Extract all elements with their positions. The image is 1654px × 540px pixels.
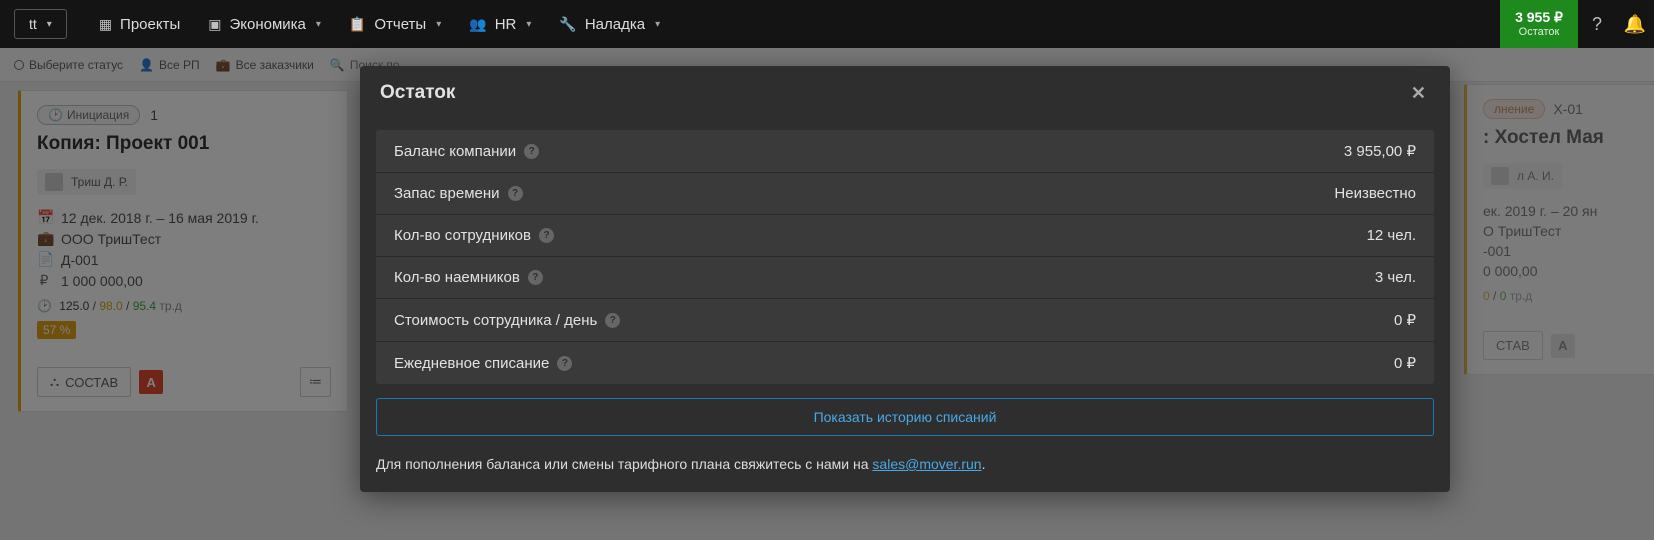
row-value: Неизвестно bbox=[1334, 185, 1416, 202]
nav-item-reports[interactable]: 📋 Отчеты ▾ bbox=[349, 16, 441, 33]
row-value: 12 чел. bbox=[1367, 227, 1416, 244]
balance-table: Баланс компании? 3 955,00 ₽ Запас времен… bbox=[376, 130, 1434, 384]
balance-amount: 3 955 ₽ bbox=[1515, 10, 1563, 25]
help-icon[interactable]: ? bbox=[524, 144, 539, 159]
balance-row-time-reserve: Запас времени? Неизвестно bbox=[376, 173, 1434, 215]
row-label: Запас времени bbox=[394, 185, 500, 202]
close-icon: ✕ bbox=[1411, 83, 1426, 103]
show-history-button[interactable]: Показать историю списаний bbox=[376, 398, 1434, 436]
wrench-icon: 🔧 bbox=[559, 16, 576, 33]
help-icon[interactable]: ? bbox=[605, 313, 620, 328]
caret-down-icon: ▾ bbox=[436, 19, 441, 30]
nav-item-label: Наладка bbox=[585, 16, 645, 33]
top-navigation: tt ▾ ▦ Проекты ▣ Экономика ▾ 📋 Отчеты ▾ … bbox=[0, 0, 1654, 48]
footer-text-post: . bbox=[982, 456, 986, 472]
row-label: Стоимость сотрудника / день bbox=[394, 312, 597, 329]
top-nav-right: 3 955 ₽ Остаток ? 🔔 bbox=[1500, 0, 1654, 48]
workspace-code: tt bbox=[29, 16, 37, 32]
balance-row-employees: Кол-во сотрудников? 12 чел. bbox=[376, 215, 1434, 257]
row-label: Кол-во наемников bbox=[394, 269, 520, 286]
notifications-button[interactable]: 🔔 bbox=[1616, 0, 1654, 48]
balance-label: Остаток bbox=[1519, 26, 1560, 38]
workspace-switcher[interactable]: tt ▾ bbox=[14, 9, 67, 39]
help-icon[interactable]: ? bbox=[557, 356, 572, 371]
help-icon[interactable]: ? bbox=[539, 228, 554, 243]
sales-email-link[interactable]: sales@mover.run bbox=[872, 456, 981, 472]
caret-down-icon: ▾ bbox=[316, 19, 321, 30]
balance-row-company-balance: Баланс компании? 3 955,00 ₽ bbox=[376, 130, 1434, 173]
caret-down-icon: ▾ bbox=[47, 19, 52, 30]
nav-item-label: HR bbox=[495, 16, 517, 33]
balance-modal: Остаток ✕ Баланс компании? 3 955,00 ₽ За… bbox=[360, 66, 1450, 492]
nav-item-settings[interactable]: 🔧 Наладка ▾ bbox=[559, 16, 660, 33]
clipboard-icon: 📋 bbox=[349, 16, 366, 33]
people-icon: 👥 bbox=[469, 16, 486, 33]
caret-down-icon: ▾ bbox=[526, 19, 531, 30]
row-label: Кол-во сотрудников bbox=[394, 227, 531, 244]
nav-item-economy[interactable]: ▣ Экономика ▾ bbox=[208, 16, 321, 33]
help-button[interactable]: ? bbox=[1578, 0, 1616, 48]
nav-item-label: Экономика bbox=[229, 16, 305, 33]
nav-item-label: Проекты bbox=[120, 16, 180, 33]
nav-item-hr[interactable]: 👥 HR ▾ bbox=[469, 16, 531, 33]
nav-item-projects[interactable]: ▦ Проекты bbox=[99, 16, 180, 33]
grid-icon: ▦ bbox=[99, 16, 112, 33]
balance-row-contractors: Кол-во наемников? 3 чел. bbox=[376, 257, 1434, 299]
row-label: Ежедневное списание bbox=[394, 355, 549, 372]
caret-down-icon: ▾ bbox=[655, 19, 660, 30]
footer-text-pre: Для пополнения баланса или смены тарифно… bbox=[376, 456, 872, 472]
row-value: 3 чел. bbox=[1375, 269, 1416, 286]
row-label: Баланс компании bbox=[394, 143, 516, 160]
close-button[interactable]: ✕ bbox=[1407, 83, 1430, 104]
modal-body: Баланс компании? 3 955,00 ₽ Запас времен… bbox=[360, 118, 1450, 456]
help-icon[interactable]: ? bbox=[508, 186, 523, 201]
balance-row-daily-charge: Ежедневное списание? 0 ₽ bbox=[376, 342, 1434, 384]
modal-title: Остаток bbox=[380, 82, 455, 104]
balance-row-cost-per-day: Стоимость сотрудника / день? 0 ₽ bbox=[376, 299, 1434, 342]
bell-icon: 🔔 bbox=[1624, 14, 1646, 35]
money-icon: ▣ bbox=[208, 16, 221, 33]
row-value: 0 ₽ bbox=[1394, 311, 1416, 329]
row-value: 3 955,00 ₽ bbox=[1344, 142, 1416, 160]
balance-indicator[interactable]: 3 955 ₽ Остаток bbox=[1500, 0, 1578, 48]
modal-header: Остаток ✕ bbox=[360, 66, 1450, 118]
modal-footer: Для пополнения баланса или смены тарифно… bbox=[360, 456, 1450, 492]
help-icon[interactable]: ? bbox=[528, 270, 543, 285]
row-value: 0 ₽ bbox=[1394, 354, 1416, 372]
nav-menu: ▦ Проекты ▣ Экономика ▾ 📋 Отчеты ▾ 👥 HR … bbox=[99, 16, 660, 33]
nav-item-label: Отчеты bbox=[374, 16, 426, 33]
help-icon: ? bbox=[1592, 14, 1602, 35]
